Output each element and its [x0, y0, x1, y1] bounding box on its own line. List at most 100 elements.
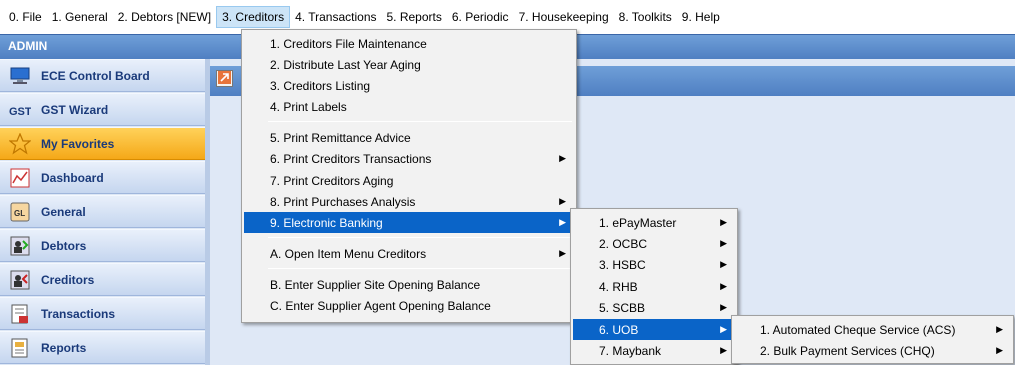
menu-item-print-creditors-transactions[interactable]: 6. Print Creditors Transactions ▶ [244, 148, 574, 169]
creditors-menu: 1. Creditors File Maintenance 2. Distrib… [241, 29, 577, 323]
menu-item-label: 6. UOB [599, 322, 639, 337]
menu-item-print-creditors-aging[interactable]: 7. Print Creditors Aging [244, 170, 574, 191]
menu-item-print-purchases-analysis[interactable]: 8. Print Purchases Analysis ▶ [244, 191, 574, 212]
menu-general[interactable]: 1. General [47, 6, 113, 28]
gl-icon: GL [9, 201, 31, 223]
menu-item-scbb[interactable]: 5. SCBB ▶ [573, 297, 735, 318]
menu-item-label: 5. SCBB [599, 300, 646, 315]
uob-submenu: 1. Automated Cheque Service (ACS) ▶ 2. Bu… [731, 315, 1014, 364]
gst-icon: GST [9, 99, 31, 121]
sidebar-item-transactions[interactable]: Transactions [0, 297, 205, 330]
menu-item-automated-cheque-service[interactable]: 1. Automated Cheque Service (ACS) ▶ [734, 319, 1011, 340]
sidebar-item-ece-control-board[interactable]: ECE Control Board [0, 59, 205, 92]
menu-item-label: 2. OCBC [599, 236, 648, 251]
menu-item-label: A. Open Item Menu Creditors [270, 246, 427, 261]
menu-item-label: 9. Electronic Banking [270, 215, 383, 230]
star-icon [9, 132, 31, 155]
submenu-arrow-icon: ▶ [559, 217, 566, 227]
menu-item-label: 3. Creditors Listing [270, 78, 371, 93]
sidebar-item-general[interactable]: GL General [0, 195, 205, 228]
sidebar-item-label: Debtors [41, 238, 87, 253]
menu-item-label: 8. Print Purchases Analysis [270, 194, 416, 209]
menu-item-distribute-last-year-aging[interactable]: 2. Distribute Last Year Aging [244, 54, 574, 75]
menu-help[interactable]: 9. Help [677, 6, 725, 28]
menu-item-hsbc[interactable]: 3. HSBC ▶ [573, 254, 735, 275]
submenu-arrow-icon: ▶ [720, 238, 727, 248]
menu-item-creditors-listing[interactable]: 3. Creditors Listing [244, 75, 574, 96]
menu-item-label: 4. Print Labels [270, 99, 347, 114]
sidebar-item-gst-wizard[interactable]: GST GST Wizard [0, 93, 205, 126]
sidebar-item-label: Dashboard [41, 170, 104, 185]
sidebar-item-dashboard[interactable]: Dashboard [0, 161, 205, 194]
menu-item-label: 1. Creditors File Maintenance [270, 36, 427, 51]
dashboard-icon [9, 167, 31, 189]
menu-item-enter-supplier-agent-opening-balance[interactable]: C. Enter Supplier Agent Opening Balance [244, 295, 574, 316]
menu-toolkits[interactable]: 8. Toolkits [614, 6, 677, 28]
menu-item-bulk-payment-services[interactable]: 2. Bulk Payment Services (CHQ) ▶ [734, 340, 1011, 361]
submenu-arrow-icon: ▶ [720, 217, 727, 227]
submenu-arrow-icon: ▶ [720, 281, 727, 291]
menu-item-epaymaster[interactable]: 1. ePayMaster ▶ [573, 212, 735, 233]
sidebar-item-label: Reports [41, 340, 87, 355]
sidebar-item-my-favorites[interactable]: My Favorites [0, 127, 205, 160]
menu-file[interactable]: 0. File [4, 6, 47, 28]
menu-item-label: 2. Bulk Payment Services (CHQ) [760, 343, 935, 358]
menu-item-label: 4. RHB [599, 279, 638, 294]
menu-item-label: 7. Print Creditors Aging [270, 173, 394, 188]
menu-item-print-labels[interactable]: 4. Print Labels [244, 96, 574, 117]
menu-item-label: 2. Distribute Last Year Aging [270, 57, 421, 72]
menu-item-uob[interactable]: 6. UOB ▶ [573, 319, 735, 340]
menu-item-label: 1. ePayMaster [599, 215, 677, 230]
menu-item-creditors-file-maintenance[interactable]: 1. Creditors File Maintenance [244, 33, 574, 54]
svg-text:GST: GST [9, 106, 31, 118]
transactions-icon [9, 303, 31, 325]
menu-housekeeping[interactable]: 7. Housekeeping [514, 6, 614, 28]
menu-separator [268, 237, 572, 238]
arrow-up-right-icon [218, 70, 231, 87]
creditors-icon [9, 269, 31, 291]
control-board-icon [9, 65, 31, 87]
menu-periodic[interactable]: 6. Periodic [447, 6, 514, 28]
menu-item-label: 6. Print Creditors Transactions [270, 151, 432, 166]
sidebar-item-label: Transactions [41, 306, 116, 321]
menu-item-open-item-menu-creditors[interactable]: A. Open Item Menu Creditors ▶ [244, 243, 574, 264]
menu-item-rhb[interactable]: 4. RHB ▶ [573, 276, 735, 297]
menu-item-label: 3. HSBC [599, 257, 646, 272]
sidebar-item-label: GST Wizard [41, 102, 109, 117]
menu-transactions[interactable]: 4. Transactions [290, 6, 381, 28]
submenu-arrow-icon: ▶ [996, 345, 1003, 355]
submenu-arrow-icon: ▶ [720, 302, 727, 312]
submenu-arrow-icon: ▶ [559, 248, 566, 258]
sidebar: ECE Control Board GST GST Wizard My Favo… [0, 59, 205, 365]
sidebar-item-label: General [41, 204, 86, 219]
menu-reports[interactable]: 5. Reports [382, 6, 447, 28]
debtors-icon [9, 235, 31, 257]
sidebar-item-label: Creditors [41, 272, 95, 287]
menu-item-maybank[interactable]: 7. Maybank ▶ [573, 340, 735, 361]
admin-title: ADMIN [8, 39, 48, 53]
menu-creditors[interactable]: 3. Creditors [216, 6, 291, 28]
submenu-arrow-icon: ▶ [559, 153, 566, 163]
sidebar-item-label: ECE Control Board [41, 68, 150, 83]
menu-item-label: 1. Automated Cheque Service (ACS) [760, 322, 956, 337]
menu-separator [268, 121, 572, 122]
submenu-arrow-icon: ▶ [720, 259, 727, 269]
sidebar-item-reports[interactable]: Reports [0, 331, 205, 364]
submenu-arrow-icon: ▶ [996, 324, 1003, 334]
menu-item-electronic-banking[interactable]: 9. Electronic Banking ▶ [244, 212, 574, 233]
menu-debtors[interactable]: 2. Debtors [NEW] [113, 6, 216, 28]
menu-item-print-remittance-advice[interactable]: 5. Print Remittance Advice [244, 127, 574, 148]
svg-text:GL: GL [14, 209, 25, 218]
menu-item-label: 7. Maybank [599, 343, 662, 358]
submenu-arrow-icon: ▶ [559, 196, 566, 206]
menu-separator [268, 268, 572, 269]
electronic-banking-submenu: 1. ePayMaster ▶ 2. OCBC ▶ 3. HSBC ▶ 4. RHB ▶… [570, 208, 738, 365]
menu-item-ocbc[interactable]: 2. OCBC ▶ [573, 233, 735, 254]
submenu-arrow-icon: ▶ [720, 345, 727, 355]
menu-item-enter-supplier-site-opening-balance[interactable]: B. Enter Supplier Site Opening Balance [244, 274, 574, 295]
sidebar-item-creditors[interactable]: Creditors [0, 263, 205, 296]
reports-icon [9, 337, 31, 359]
menu-item-label: 5. Print Remittance Advice [270, 130, 411, 145]
sidebar-item-debtors[interactable]: Debtors [0, 229, 205, 262]
expand-button[interactable] [216, 70, 233, 87]
